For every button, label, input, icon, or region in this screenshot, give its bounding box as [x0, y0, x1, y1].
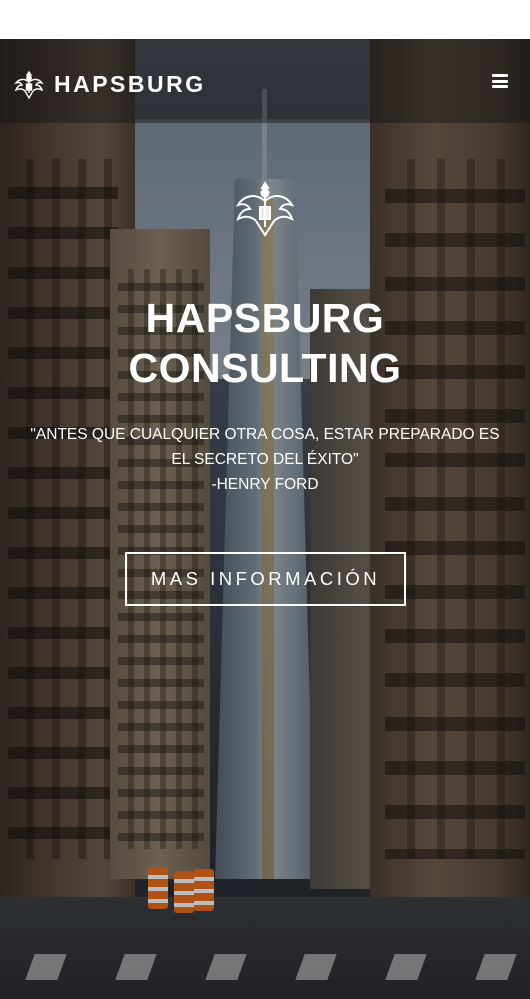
double-eagle-crest-icon	[234, 179, 296, 241]
hamburger-menu-icon[interactable]	[492, 74, 508, 88]
hero-title: HAPSBURG CONSULTING	[0, 293, 530, 393]
double-eagle-crest-icon[interactable]	[14, 69, 44, 101]
more-info-button[interactable]: MAS INFORMACIÓN	[125, 552, 406, 606]
navbar: HAPSBURG	[0, 39, 530, 123]
top-status-space	[0, 0, 530, 39]
hero-quote: "ANTES QUE CUALQUIER OTRA COSA, ESTAR PR…	[30, 426, 500, 468]
brand-name[interactable]: HAPSBURG	[54, 71, 206, 97]
hero-title-line2: CONSULTING	[128, 345, 402, 391]
hero-section: HAPSBURG HAPSBURG CONSULTING "ANTES QUE …	[0, 39, 530, 999]
quote-author: -HENRY FORD	[211, 476, 319, 493]
hero-title-line1: HAPSBURG	[145, 295, 385, 341]
